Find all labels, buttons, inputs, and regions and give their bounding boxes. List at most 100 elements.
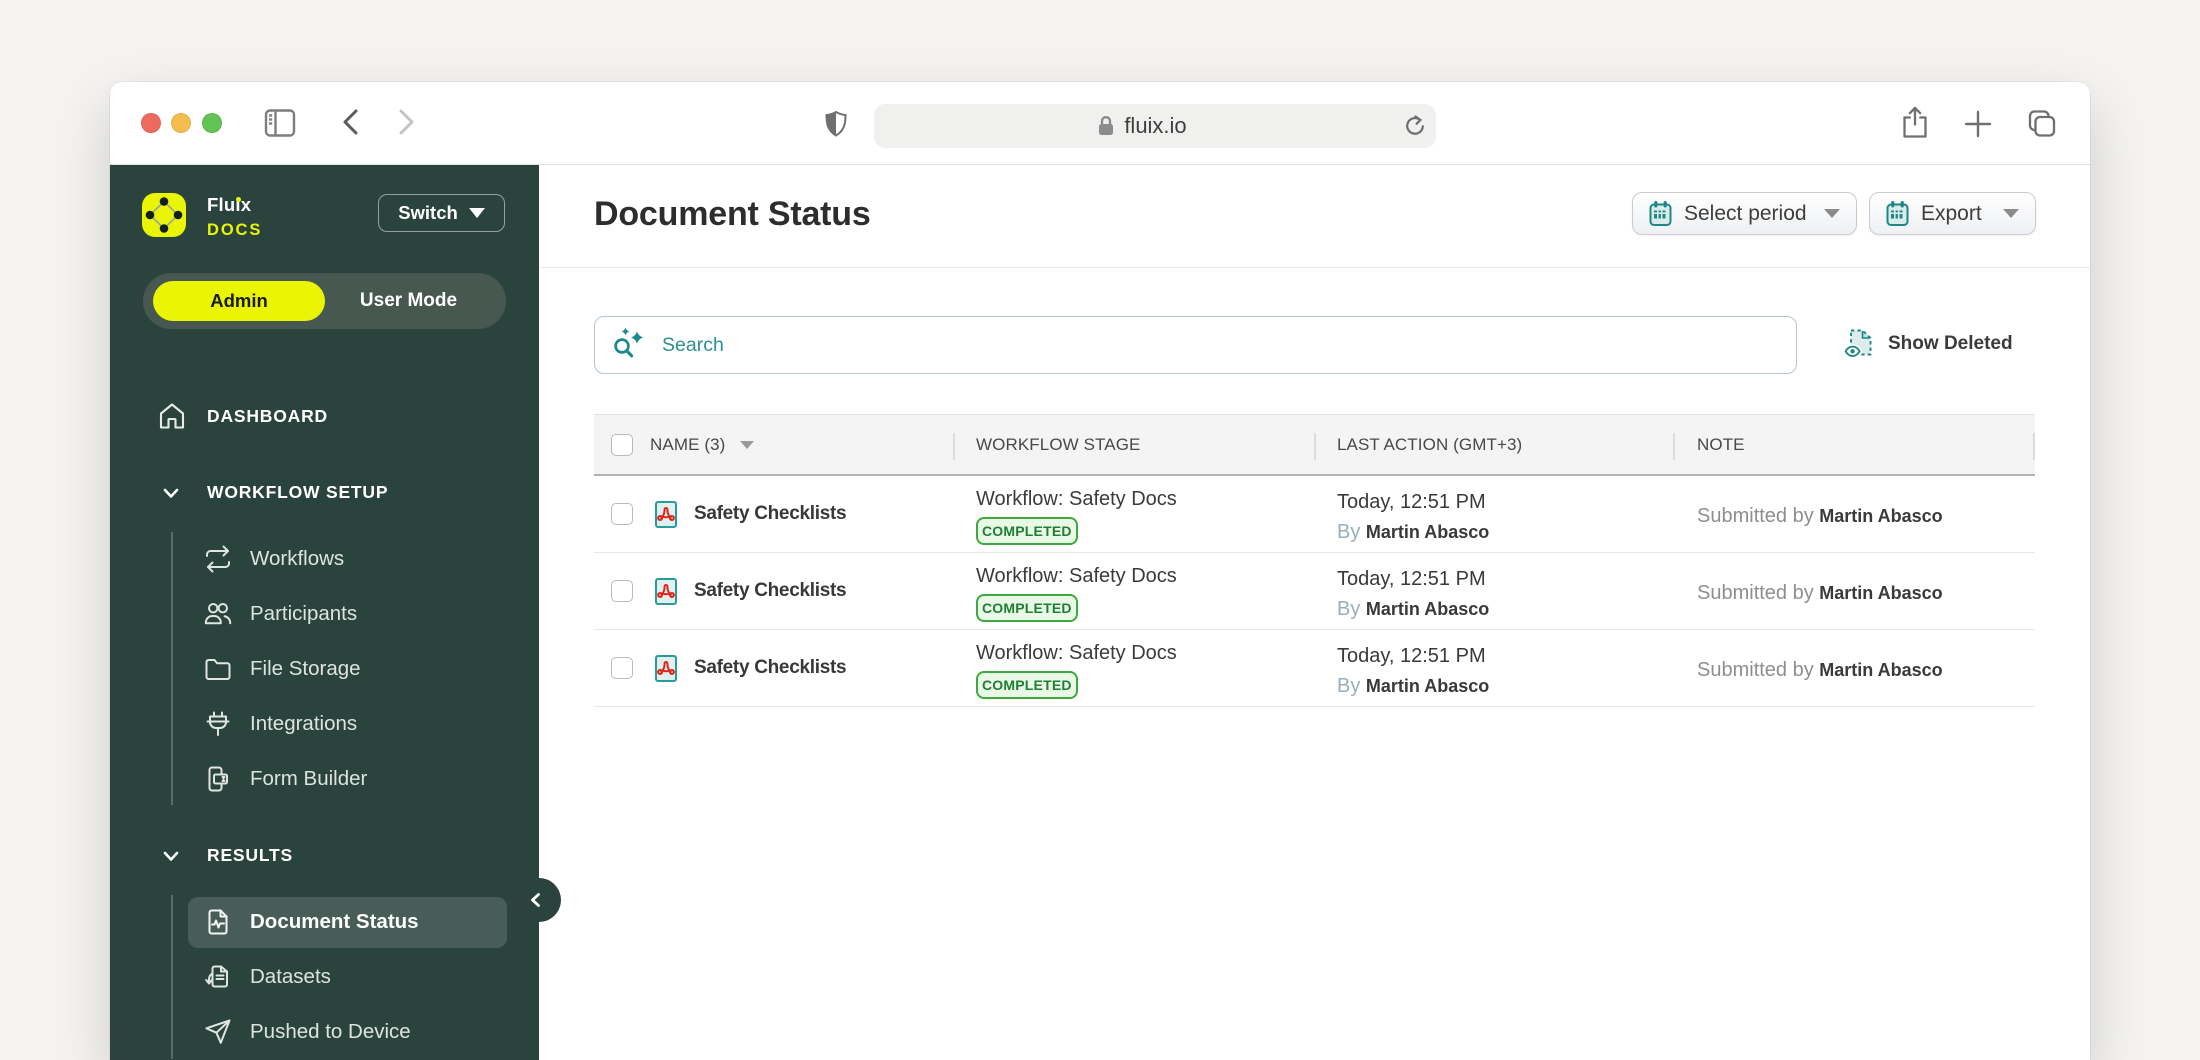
sidebar-group-workflow-setup[interactable]: WORKFLOW SETUP <box>161 482 388 503</box>
new-tab-icon[interactable] <box>1963 109 1993 139</box>
export-button[interactable]: Export <box>1869 192 2036 235</box>
sidebar-item-document-status[interactable]: Document Status <box>203 907 419 937</box>
row-checkbox[interactable] <box>611 657 633 679</box>
screen: fluix.io Fluix DOCS Switch Admin User Mo… <box>0 0 2200 1060</box>
sidebar-item-dashboard[interactable]: DASHBOARD <box>157 401 328 431</box>
close-window-button[interactable] <box>141 113 161 133</box>
chevron-down-icon <box>161 483 181 503</box>
document-name[interactable]: Safety Checklists <box>694 580 847 602</box>
document-name[interactable]: Safety Checklists <box>694 503 847 525</box>
table-row[interactable]: Safety Checklists Workflow: Safety Docs … <box>594 476 2035 553</box>
workflows-icon <box>203 544 233 574</box>
calendar-icon <box>1886 201 1909 226</box>
sidebar-collapse-button[interactable] <box>517 878 561 922</box>
share-icon[interactable] <box>1900 105 1930 143</box>
note-text: Submitted by Martin Abasco <box>1697 659 1943 681</box>
chevron-down-icon <box>2003 209 2019 218</box>
sidebar-item-integrations[interactable]: Integrations <box>203 709 357 739</box>
sidebar-item-file-storage[interactable]: File Storage <box>203 654 361 684</box>
search-placeholder: Search <box>662 333 724 356</box>
minimize-window-button[interactable] <box>171 113 191 133</box>
mode-admin-tab[interactable]: Admin <box>153 281 325 321</box>
column-separator <box>2033 433 2035 460</box>
mode-user-tab[interactable]: User Mode <box>325 281 492 321</box>
document-name[interactable]: Safety Checklists <box>694 657 847 679</box>
search-icon <box>614 327 644 358</box>
sort-descending-icon[interactable] <box>740 441 754 449</box>
column-separator <box>1673 433 1675 460</box>
workflow-stage: Workflow: Safety Docs <box>976 488 1177 510</box>
browser-window: fluix.io Fluix DOCS Switch Admin User Mo… <box>110 82 2090 1060</box>
note-text: Submitted by Martin Abasco <box>1697 505 1943 527</box>
documents-table: NAME (3) WORKFLOW STAGE LAST ACTION (GMT… <box>594 414 2035 707</box>
participants-icon <box>203 599 233 629</box>
nav-indent-line <box>171 895 173 1059</box>
fluix-logo-icon[interactable] <box>142 193 186 237</box>
form-builder-icon <box>203 764 233 794</box>
shield-icon[interactable] <box>823 103 849 145</box>
show-deleted-toggle[interactable]: Show Deleted <box>1844 328 2013 360</box>
forward-button[interactable] <box>389 106 421 138</box>
column-separator <box>953 433 955 460</box>
document-status-icon <box>203 907 233 937</box>
last-action-by: By Martin Abasco <box>1337 521 1490 543</box>
chevron-down-icon <box>161 846 181 866</box>
chevron-left-icon <box>531 893 540 907</box>
table-row[interactable]: Safety Checklists Workflow: Safety Docs … <box>594 553 2035 630</box>
header-divider <box>539 267 2090 268</box>
workflow-stage: Workflow: Safety Docs <box>976 642 1177 664</box>
row-checkbox[interactable] <box>611 503 633 525</box>
nav-indent-line <box>171 532 173 805</box>
sidebar-group-results[interactable]: RESULTS <box>161 845 293 866</box>
select-all-checkbox[interactable] <box>611 434 633 456</box>
sidebar-item-form-builder[interactable]: Form Builder <box>203 764 367 794</box>
tab-overview-icon[interactable] <box>2027 109 2057 139</box>
sidebar-item-pushed-to-device[interactable]: Pushed to Device <box>203 1017 411 1047</box>
status-badge: COMPLETED <box>976 594 1078 622</box>
chevron-down-icon <box>1824 209 1840 218</box>
column-header-note[interactable]: NOTE <box>1697 435 1745 455</box>
home-icon <box>157 401 187 431</box>
plug-icon <box>203 709 233 739</box>
last-action-by: By Martin Abasco <box>1337 598 1490 620</box>
last-action-time: Today, 12:51 PM <box>1337 491 1486 513</box>
calendar-icon <box>1649 201 1672 226</box>
url-bar[interactable]: fluix.io <box>874 104 1436 148</box>
last-action-time: Today, 12:51 PM <box>1337 645 1486 667</box>
status-badge: COMPLETED <box>976 671 1078 699</box>
row-checkbox[interactable] <box>611 580 633 602</box>
brand-block: Fluix DOCS <box>207 194 262 241</box>
sidebar-item-participants[interactable]: Participants <box>203 599 357 629</box>
pdf-file-icon <box>655 501 677 528</box>
switch-button[interactable]: Switch <box>378 194 505 232</box>
table-header: NAME (3) WORKFLOW STAGE LAST ACTION (GMT… <box>594 414 2035 476</box>
folder-icon <box>203 654 233 684</box>
padlock-icon <box>1099 115 1114 135</box>
select-period-button[interactable]: Select period <box>1632 192 1857 235</box>
sidebar-item-datasets[interactable]: Datasets <box>203 962 331 992</box>
zoom-window-button[interactable] <box>202 113 222 133</box>
pdf-file-icon <box>655 578 677 605</box>
status-badge: COMPLETED <box>976 517 1078 545</box>
column-header-name[interactable]: NAME (3) <box>650 435 725 455</box>
column-separator <box>1314 433 1316 460</box>
product-name: DOCS <box>207 221 263 239</box>
brand-name: Fluix <box>207 194 252 215</box>
pdf-file-icon <box>655 655 677 682</box>
paper-plane-icon <box>203 1017 233 1047</box>
sidebar: Fluix DOCS Switch Admin User Mode DASHBO… <box>110 165 561 1060</box>
column-header-last-action[interactable]: LAST ACTION (GMT+3) <box>1337 435 1522 455</box>
back-button[interactable] <box>336 106 368 138</box>
show-deleted-icon <box>1844 329 1872 359</box>
sidebar-item-workflows[interactable]: Workflows <box>203 544 344 574</box>
datasets-icon <box>203 962 233 992</box>
reload-icon[interactable] <box>1402 113 1428 139</box>
search-input[interactable]: Search <box>594 316 1797 374</box>
sidebar-toggle-icon[interactable] <box>264 107 296 139</box>
app: Fluix DOCS Switch Admin User Mode DASHBO… <box>110 165 2090 1060</box>
table-row[interactable]: Safety Checklists Workflow: Safety Docs … <box>594 630 2035 707</box>
page-title: Document Status <box>594 195 871 233</box>
note-text: Submitted by Martin Abasco <box>1697 582 1943 604</box>
column-header-workflow-stage[interactable]: WORKFLOW STAGE <box>976 435 1140 455</box>
workflow-stage: Workflow: Safety Docs <box>976 565 1177 587</box>
